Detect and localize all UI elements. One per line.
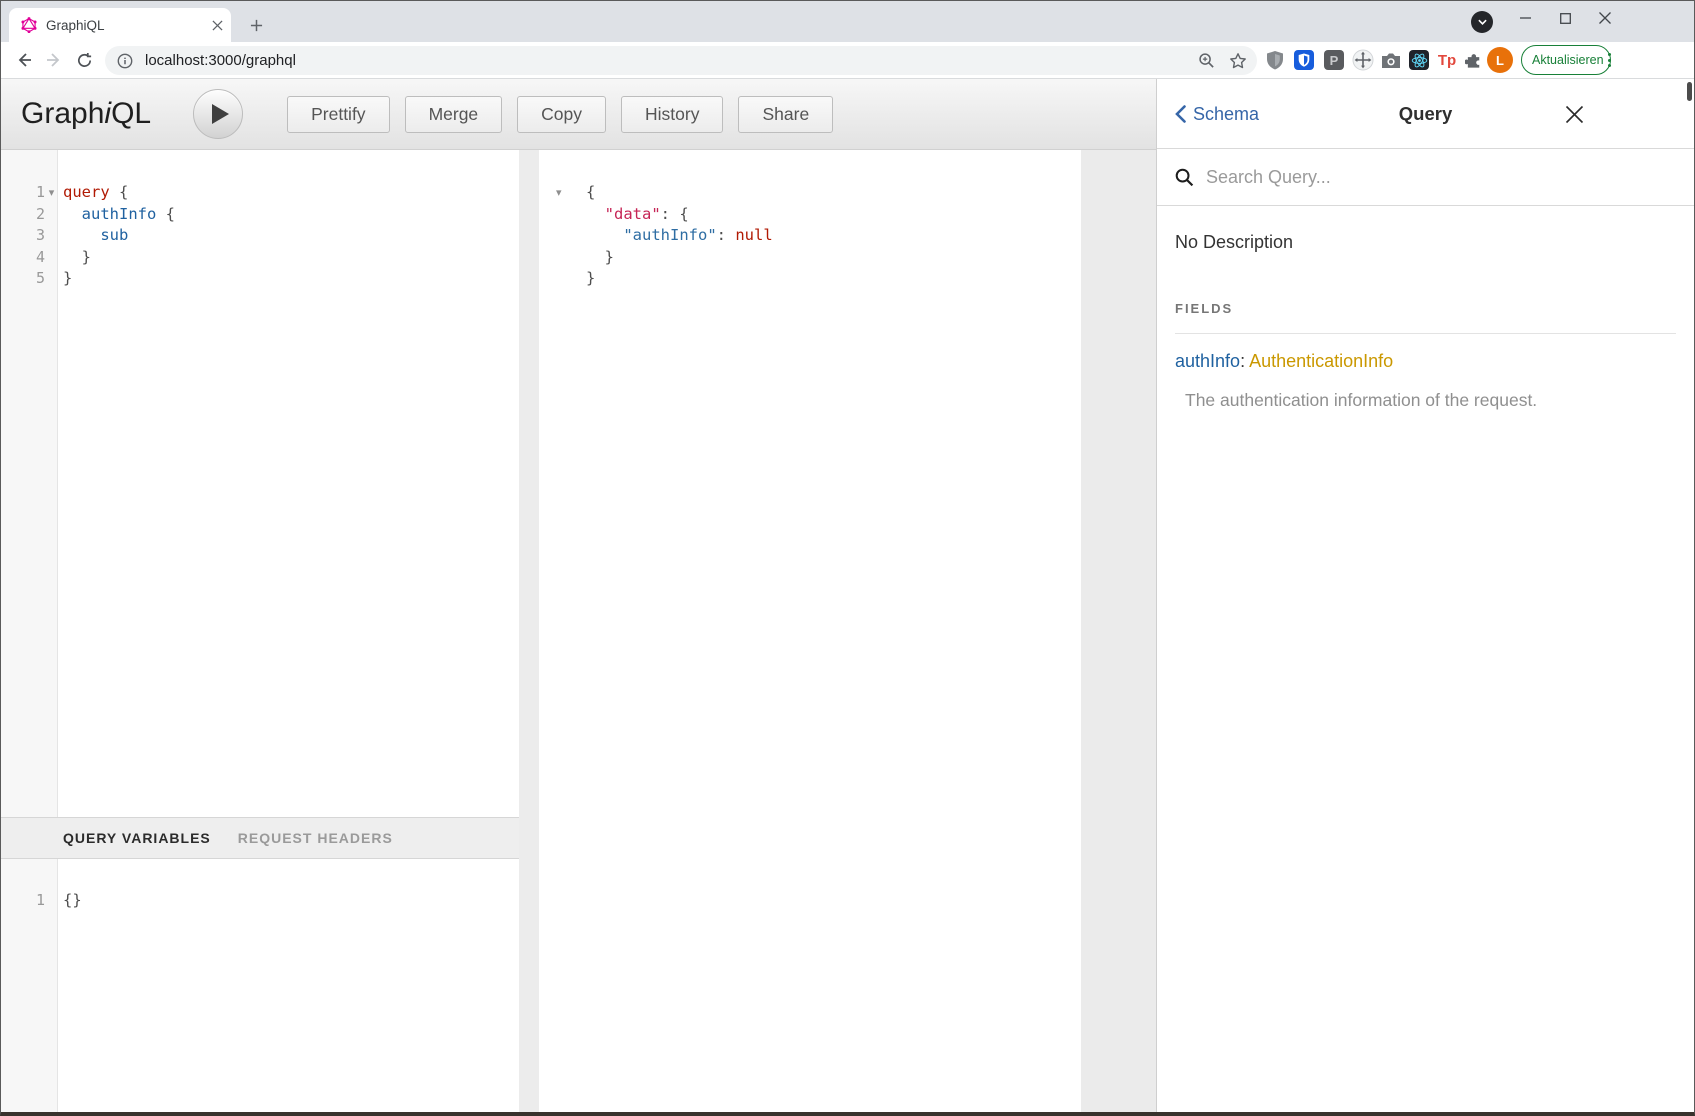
code-line: 2 authInfo { <box>1 204 519 226</box>
code-line: } <box>539 268 1081 290</box>
code-line: 5} <box>1 268 519 290</box>
window-minimize-button[interactable] <box>1504 1 1546 35</box>
browser-window: GraphiQL <box>0 0 1695 1116</box>
variables-title-bar: QUERY VARIABLES REQUEST HEADERS <box>1 817 519 859</box>
docs-search-input[interactable] <box>1204 166 1584 189</box>
graphiql-topbar: GraphiQL Prettify Merge Copy History Share <box>1 79 1156 150</box>
reload-icon[interactable] <box>69 45 99 75</box>
tab-query-variables[interactable]: QUERY VARIABLES <box>63 830 211 846</box>
code-line: } <box>539 247 1081 269</box>
window-maximize-button[interactable] <box>1544 1 1586 35</box>
browser-toolbar: localhost:3000/graphql P <box>1 42 1694 79</box>
docs-search-row <box>1157 149 1694 206</box>
window-close-button[interactable] <box>1584 1 1626 35</box>
browser-titlebar: GraphiQL <box>1 1 1694 42</box>
extension-shield-icon[interactable] <box>1261 46 1289 74</box>
editor-resize-divider[interactable] <box>519 150 539 1112</box>
code-line: 1▾query { <box>1 182 519 204</box>
docs-fields-header: FIELDS <box>1175 301 1676 316</box>
code-line: 4 } <box>1 247 519 269</box>
extension-tp-label: Tp <box>1438 52 1456 69</box>
browser-tab[interactable]: GraphiQL <box>9 8 231 42</box>
extension-bitwarden-icon[interactable] <box>1290 46 1318 74</box>
docs-title: Query <box>1157 79 1694 149</box>
copy-button[interactable]: Copy <box>517 96 606 133</box>
avatar-letter: L <box>1496 53 1504 68</box>
response-viewer-code: ▾{ "data": { "authInfo": null }} <box>539 182 1081 290</box>
variables-editor[interactable]: 1{} <box>1 859 519 1112</box>
merge-button[interactable]: Merge <box>405 96 503 133</box>
doc-explorer-header: Schema Query <box>1157 79 1694 149</box>
docs-close-icon[interactable] <box>1562 102 1586 126</box>
code-line: ▾{ <box>539 182 1081 204</box>
docs-field-row: authInfo: AuthenticationInfo <box>1175 351 1676 372</box>
fold-arrow-icon[interactable]: ▾ <box>539 182 586 204</box>
play-icon <box>212 104 229 124</box>
line-number: 2 <box>1 204 45 226</box>
variables-editor-code: 1{} <box>1 890 519 912</box>
url-text: localhost:3000/graphql <box>145 52 1198 69</box>
code-line: "authInfo": null <box>539 225 1081 247</box>
tab-search-button[interactable] <box>1471 11 1493 33</box>
query-editor-code: 1▾query {2 authInfo {3 sub4 }5} <box>1 182 519 290</box>
search-icon <box>1175 168 1194 187</box>
back-icon[interactable] <box>9 45 39 75</box>
graphiql-toolbar-buttons: Prettify Merge Copy History Share <box>287 96 833 133</box>
chrome-update-label: Aktualisieren <box>1532 53 1604 67</box>
profile-avatar[interactable]: L <box>1487 47 1513 73</box>
graphql-favicon <box>21 17 37 33</box>
docs-resize-gap <box>1081 150 1156 1112</box>
extension-move-icon[interactable] <box>1349 46 1377 74</box>
history-button[interactable]: History <box>621 96 723 133</box>
share-button[interactable]: Share <box>738 96 833 133</box>
bookmark-star-icon[interactable] <box>1229 52 1247 70</box>
chrome-menu-icon[interactable] <box>1608 53 1611 67</box>
extension-react-devtools-icon[interactable] <box>1405 46 1433 74</box>
tab-close-icon[interactable] <box>212 20 223 31</box>
line-number: 5 <box>1 268 45 290</box>
tab-title: GraphiQL <box>46 18 212 33</box>
tab-request-headers[interactable]: REQUEST HEADERS <box>238 830 393 846</box>
extension-p-icon[interactable]: P <box>1320 46 1348 74</box>
doc-explorer-panel: Schema Query No Description FIELDS authI… <box>1156 79 1694 1112</box>
address-bar[interactable]: localhost:3000/graphql <box>105 46 1257 75</box>
extensions-puzzle-icon[interactable] <box>1460 46 1488 74</box>
code-line: 3 sub <box>1 225 519 247</box>
line-number: 1 <box>1 182 45 204</box>
line-number: 3 <box>1 225 45 247</box>
forward-icon[interactable] <box>39 45 69 75</box>
extension-p-label: P <box>1324 50 1344 70</box>
field-name-link[interactable]: authInfo <box>1175 351 1240 371</box>
execute-query-button[interactable] <box>193 89 243 139</box>
page-info-icon[interactable] <box>117 53 133 69</box>
docs-fields-divider <box>1175 333 1676 334</box>
docs-body: No Description FIELDS authInfo: Authenti… <box>1157 232 1694 411</box>
field-description: The authentication information of the re… <box>1175 390 1676 411</box>
extension-camera-icon[interactable] <box>1377 46 1405 74</box>
field-type-link[interactable]: AuthenticationInfo <box>1249 351 1393 371</box>
zoom-page-icon[interactable] <box>1198 52 1215 69</box>
prettify-button[interactable]: Prettify <box>287 96 389 133</box>
graphiql-logo: GraphiQL <box>21 97 151 131</box>
response-viewer[interactable]: ▾{ "data": { "authInfo": null }} <box>539 150 1081 1112</box>
fold-arrow-icon[interactable]: ▾ <box>45 182 58 204</box>
field-separator: : <box>1240 351 1249 371</box>
code-line: 1{} <box>1 890 519 912</box>
line-number: 4 <box>1 247 45 269</box>
chrome-update-button[interactable]: Aktualisieren <box>1521 45 1611 75</box>
new-tab-button[interactable] <box>244 13 268 37</box>
docs-no-description: No Description <box>1175 232 1676 253</box>
code-line: "data": { <box>539 204 1081 226</box>
extension-tp-icon[interactable]: Tp <box>1433 46 1461 74</box>
line-number: 1 <box>1 890 45 912</box>
